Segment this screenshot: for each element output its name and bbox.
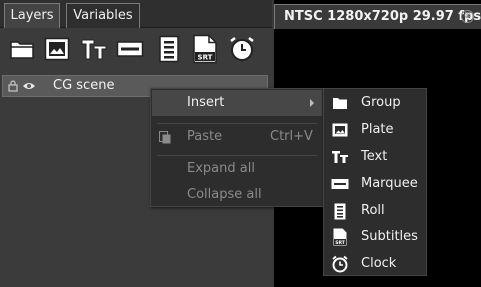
menu-item-paste[interactable]: Paste Ctrl+V [152,124,322,150]
submenu-item-subtitles[interactable]: SRT Subtitles [325,224,425,251]
submenu-item-label: Plate [361,122,394,137]
submenu-item-group[interactable]: Group [325,90,425,117]
submenu-item-clock[interactable]: Clock [325,251,425,278]
roll-icon [331,202,349,220]
close-icon[interactable]: ⊗ [461,10,474,23]
subtitles-icon: SRT [331,228,349,246]
srt-badge: SRT [335,240,346,246]
folder-icon [10,41,34,59]
context-menu: Insert Paste Ctrl+V Expand all Collapse … [150,88,324,207]
marquee-icon [331,175,349,193]
clock-icon [230,37,254,61]
submenu-item-label: Clock [361,256,397,271]
menu-item-collapse-all[interactable]: Collapse all [152,182,322,208]
submenu-item-label: Roll [361,203,385,218]
layer-name: CG scene [53,78,115,93]
menu-item-label: Insert [187,95,225,110]
roll-icon [159,35,179,63]
preview-tab[interactable]: NTSC 1280x720p 29.97 fps ⊗ [274,4,481,29]
image-icon [44,37,70,61]
menu-item-insert[interactable]: Insert [152,90,322,116]
marquee-icon [116,41,144,57]
submenu-item-roll[interactable]: Roll [325,198,425,225]
panel-tab-bar: Layers Variables [0,0,272,28]
paste-icon [159,131,171,144]
clock-icon [331,255,349,273]
submenu-item-plate[interactable]: Plate [325,117,425,144]
add-plate-button[interactable] [43,34,71,64]
insert-toolbar: SRT [0,28,272,70]
submenu-item-label: Marquee [361,176,418,191]
add-text-button[interactable] [80,34,108,64]
text-icon [331,148,349,166]
preview-title: NTSC 1280x720p 29.97 fps [284,9,481,24]
add-roll-button[interactable] [155,34,183,64]
image-icon [331,121,349,139]
text-icon [81,39,107,60]
submenu-item-text[interactable]: Text [325,144,425,171]
menu-item-label: Collapse all [187,187,262,202]
menu-item-shortcut: Ctrl+V [270,129,313,144]
menu-item-label: Paste [187,129,223,144]
subtitles-icon: SRT [193,34,217,64]
eye-icon[interactable] [22,80,36,92]
submenu-item-label: Text [361,149,388,164]
submenu-item-label: Group [361,95,401,110]
folder-icon [331,94,349,112]
srt-badge: SRT [198,54,213,62]
menu-item-label: Expand all [187,161,255,176]
tab-layers[interactable]: Layers [4,3,60,28]
add-clock-button[interactable] [228,34,256,64]
submenu-item-marquee[interactable]: Marquee [325,171,425,198]
insert-submenu: Group Plate Text Marquee Roll SRT Subtit… [323,88,427,276]
add-marquee-button[interactable] [116,34,144,64]
menu-item-expand-all[interactable]: Expand all [152,156,322,182]
add-group-button[interactable] [8,34,36,64]
chevron-right-icon [310,99,314,107]
lock-icon[interactable] [7,80,19,92]
tab-variables[interactable]: Variables [66,3,140,28]
submenu-item-label: Subtitles [361,229,418,244]
add-subtitles-button[interactable]: SRT [191,34,219,64]
